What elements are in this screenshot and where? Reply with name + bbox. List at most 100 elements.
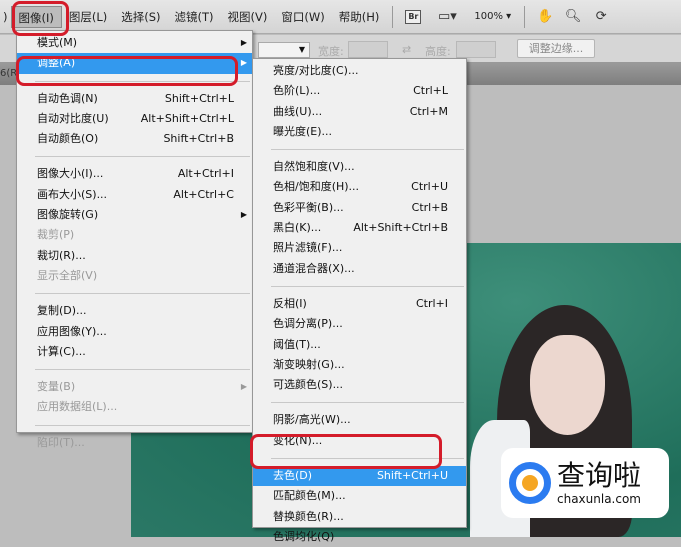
- menu-item[interactable]: 色相/饱和度(H)... Ctrl+U: [253, 177, 466, 197]
- menu-item-label: 照片滤镜(F)...: [273, 241, 343, 255]
- menu-item[interactable]: 模式(M) ▶: [17, 33, 252, 53]
- submenu-arrow-icon: ▶: [240, 58, 247, 68]
- magnifier-icon: 🔍︎: [564, 9, 582, 24]
- screen-mode-button[interactable]: ▭▾: [430, 7, 464, 27]
- menu-item: 显示全部(V): [17, 266, 252, 286]
- menu-item-label: 裁剪(P): [37, 228, 75, 242]
- menu-item[interactable]: 色阶(L)... Ctrl+L: [253, 81, 466, 101]
- menu-item[interactable]: 应用图像(Y)...: [17, 322, 252, 342]
- menu-item[interactable]: 自然饱和度(V)...: [253, 157, 466, 177]
- menu-item[interactable]: 阈值(T)...: [253, 335, 466, 355]
- menu-item[interactable]: 计算(C)...: [17, 342, 252, 362]
- menu-separator: [271, 402, 464, 404]
- menu-item[interactable]: 自动对比度(U) Alt+Shift+Ctrl+L: [17, 109, 252, 129]
- menu-item[interactable]: 图像大小(I)... Alt+Ctrl+I: [17, 164, 252, 184]
- menu-item-label: 可选颜色(S)...: [273, 378, 344, 392]
- menu-item[interactable]: 照片滤镜(F)...: [253, 238, 466, 258]
- menu-item[interactable]: 通道混合器(X)...: [253, 259, 466, 279]
- zoom-level: 100%: [474, 10, 503, 22]
- annotation-adjust: [16, 56, 238, 86]
- menu-item[interactable]: 曝光度(E)...: [253, 122, 466, 142]
- hand-icon: ✋: [537, 9, 554, 24]
- menu-view[interactable]: 视图(V): [221, 6, 275, 28]
- menu-item-label: 显示全部(V): [37, 268, 98, 282]
- hand-tool-button[interactable]: ✋: [534, 7, 556, 27]
- menu-item: 裁剪(P): [17, 225, 252, 245]
- menu-item[interactable]: 匹配颜色(M)...: [253, 486, 466, 506]
- submenu-arrow-icon: ▶: [240, 210, 247, 220]
- menu-item-shortcut: Alt+Ctrl+C: [173, 187, 234, 201]
- rotate-view-button[interactable]: ⟳: [590, 7, 612, 27]
- menu-item[interactable]: 裁切(R)...: [17, 246, 252, 266]
- menu-item[interactable]: 渐变映射(G)...: [253, 355, 466, 375]
- zoom-level-select[interactable]: 100% ▾: [467, 6, 518, 28]
- menu-item-label: 去色(D): [273, 469, 313, 483]
- menu-item-label: 复制(D)...: [37, 304, 87, 318]
- menu-item[interactable]: 亮度/对比度(C)...: [253, 61, 466, 81]
- menu-item[interactable]: 替换颜色(R)...: [253, 507, 466, 527]
- menu-item-shortcut: Ctrl+B: [411, 200, 448, 214]
- menu-separator: [35, 156, 250, 158]
- menu-item-shortcut: Ctrl+I: [415, 296, 448, 310]
- menu-item[interactable]: 画布大小(S)... Alt+Ctrl+C: [17, 185, 252, 205]
- menu-item-shortcut: Ctrl+L: [413, 84, 448, 98]
- menu-item[interactable]: 阴影/高光(W)...: [253, 410, 466, 430]
- menu-item-label: 渐变映射(G)...: [273, 357, 345, 371]
- watermark-logo: 查询啦 chaxunla.com: [501, 448, 669, 518]
- menu-item[interactable]: 复制(D)...: [17, 301, 252, 321]
- menu-item-label: 应用图像(Y)...: [37, 324, 107, 338]
- bridge-icon: Br: [405, 9, 422, 24]
- menu-item[interactable]: 去色(D) Shift+Ctrl+U: [253, 466, 466, 487]
- menu-item: 应用数据组(L)...: [17, 397, 252, 417]
- menu-item-label: 计算(C)...: [37, 344, 86, 358]
- menu-item-shortcut: Shift+Ctrl+L: [164, 91, 234, 105]
- rotate-view-icon: ⟳: [595, 9, 607, 24]
- menu-item-label: 图像大小(I)...: [37, 167, 104, 181]
- menu-filter[interactable]: 滤镜(T): [168, 6, 221, 28]
- divider: [524, 5, 526, 28]
- menu-item[interactable]: 图像旋转(G) ▶: [17, 205, 252, 225]
- menu-item[interactable]: 反相(I) Ctrl+I: [253, 294, 466, 314]
- menu-item: 陷印(T)...: [17, 433, 252, 453]
- menu-item-label: 自动颜色(O): [37, 132, 99, 146]
- menu-item-label: 变量(B): [37, 380, 76, 394]
- width-label: 宽度:: [318, 45, 344, 58]
- screen-mode-icon: ▭▾: [437, 9, 457, 24]
- menu-item-label: 替换颜色(R)...: [273, 509, 344, 523]
- menu-item-shortcut: Alt+Shift+Ctrl+L: [140, 111, 234, 125]
- swap-icon[interactable]: ⇄: [402, 43, 411, 56]
- menu-item-label: 阴影/高光(W)...: [273, 413, 351, 427]
- menu-item[interactable]: 自动色调(N) Shift+Ctrl+L: [17, 89, 252, 109]
- menu-layer[interactable]: 图层(L): [62, 6, 114, 28]
- bridge-button[interactable]: Br: [402, 7, 424, 27]
- menu-item-label: 画布大小(S)...: [37, 187, 108, 201]
- menu-item-shortcut: Shift+Ctrl+U: [376, 469, 448, 483]
- style-dropdown[interactable]: ▼: [258, 42, 310, 58]
- height-input[interactable]: [456, 41, 496, 58]
- menu-item[interactable]: 自动颜色(O) Shift+Ctrl+B: [17, 129, 252, 149]
- menu-item-label: 色相/饱和度(H)...: [273, 180, 360, 194]
- menu-item-label: 亮度/对比度(C)...: [273, 64, 359, 77]
- height-label: 高度:: [425, 45, 451, 58]
- menu-item-shortcut: Ctrl+U: [411, 180, 448, 194]
- menu-select[interactable]: 选择(S): [114, 6, 167, 28]
- menu-separator: [271, 149, 464, 151]
- width-input[interactable]: [348, 41, 388, 58]
- menu-partial: ): [3, 9, 8, 24]
- menu-item[interactable]: 可选颜色(S)...: [253, 375, 466, 395]
- menu-window[interactable]: 窗口(W): [274, 6, 331, 28]
- menu-separator: [35, 424, 250, 426]
- refine-edge-button[interactable]: 调整边缘...: [517, 39, 595, 58]
- menu-item[interactable]: 色彩平衡(B)... Ctrl+B: [253, 198, 466, 218]
- menu-item[interactable]: 黑白(K)... Alt+Shift+Ctrl+B: [253, 218, 466, 238]
- submenu-arrow-icon: ▶: [240, 382, 247, 392]
- menu-item[interactable]: 曲线(U)... Ctrl+M: [253, 102, 466, 122]
- menu-item-label: 阈值(T)...: [273, 337, 321, 351]
- menu-help[interactable]: 帮助(H): [332, 6, 387, 28]
- menu-item-label: 匹配颜色(M)...: [273, 489, 346, 503]
- menu-item-label: 通道混合器(X)...: [273, 261, 355, 275]
- menu-item[interactable]: 色调分离(P)...: [253, 314, 466, 334]
- logo-q-icon: [509, 462, 551, 504]
- document-tab[interactable]: 6(R: [0, 68, 17, 79]
- zoom-tool-button[interactable]: 🔍︎: [562, 7, 584, 27]
